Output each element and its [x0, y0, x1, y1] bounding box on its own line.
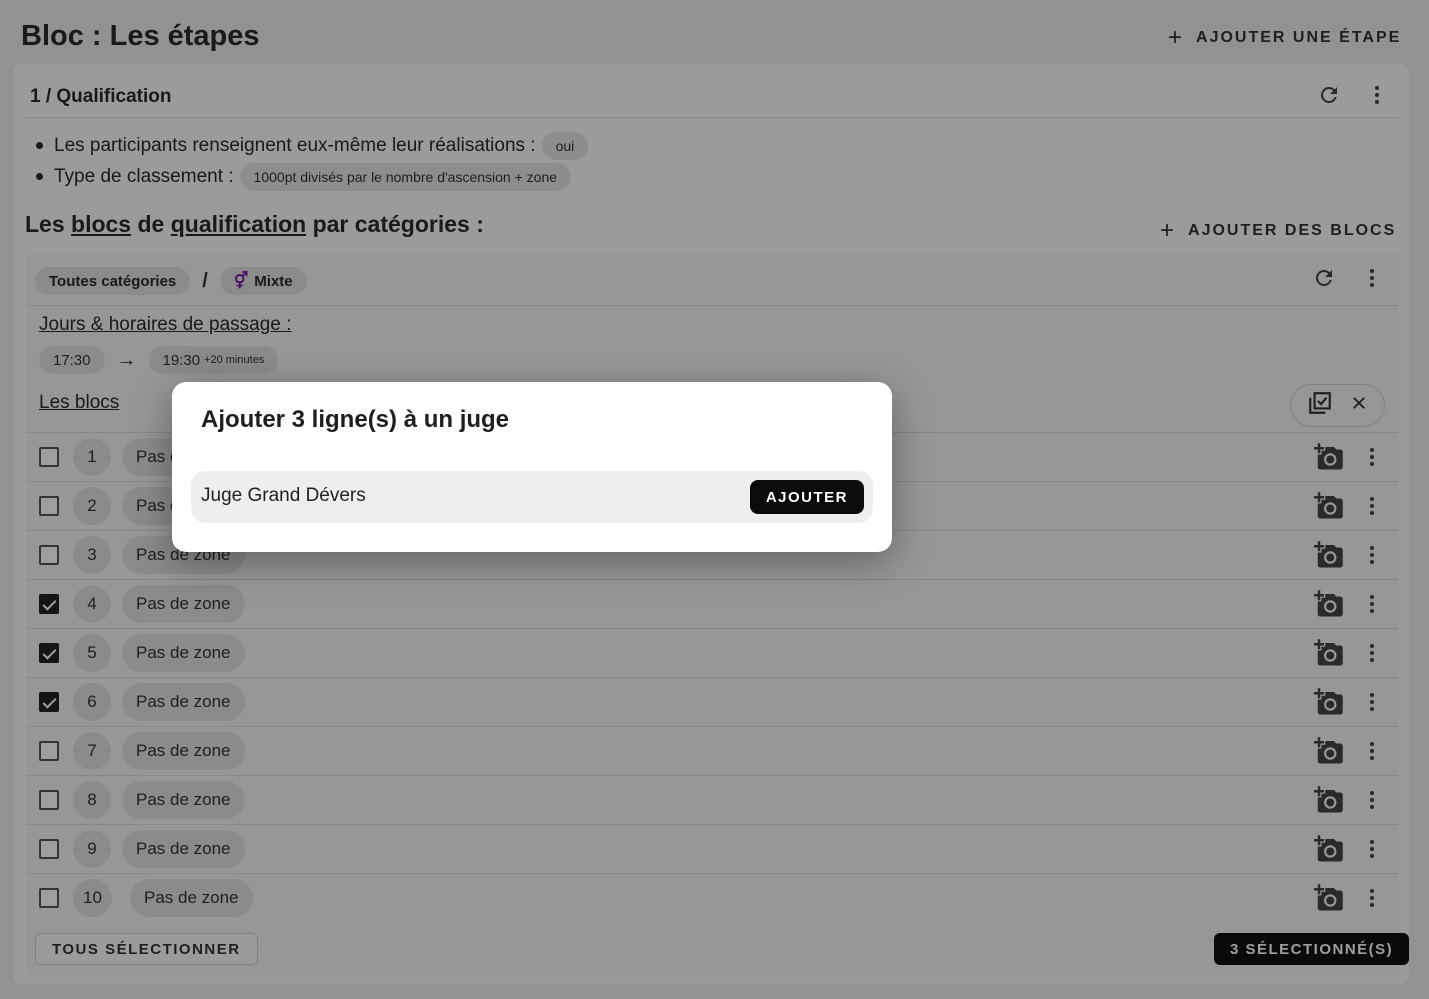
- dialog-title: Ajouter 3 ligne(s) à un juge: [201, 406, 510, 433]
- judge-name: Juge Grand Dévers: [201, 485, 366, 506]
- judge-list-item: Juge Grand Dévers AJOUTER: [191, 471, 873, 523]
- ajouter-button[interactable]: AJOUTER: [749, 480, 864, 514]
- add-to-judge-dialog: Ajouter 3 ligne(s) à un juge Juge Grand …: [172, 382, 892, 552]
